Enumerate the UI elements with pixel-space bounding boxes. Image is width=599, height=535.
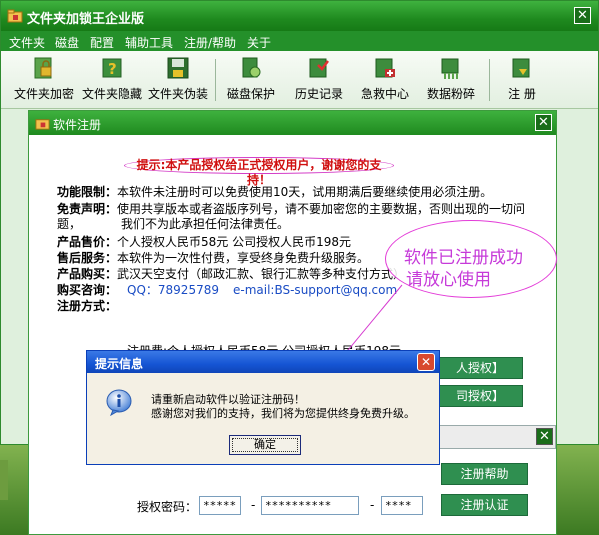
history-icon	[309, 58, 329, 78]
desktop-edge	[0, 460, 8, 500]
toolbar-separator	[215, 59, 216, 101]
success-annotation: 软件已注册成功 请放心使用	[385, 220, 557, 298]
menu-bar: 文件夹 磁盘 配置 辅助工具 注册/帮助 关于	[1, 31, 598, 51]
register-dialog-body: 提示:本产品授权给正式授权用户，谢谢您的支持！ 功能限制：本软件未注册时可以免费…	[29, 135, 556, 534]
folder-hide-button[interactable]: ? 文件夹隐藏	[81, 55, 143, 105]
lock-folder-icon	[35, 119, 50, 130]
folder-disguise-button[interactable]: 文件夹伪装	[147, 55, 209, 105]
email-link[interactable]: e-mail:BS-support@qq.com	[233, 283, 397, 297]
folder-hide-icon: ?	[102, 58, 122, 78]
data-shred-icon	[441, 58, 459, 79]
sub-dialog-title-bar: ✕	[431, 425, 556, 449]
message-box-close-button[interactable]: ✕	[417, 353, 435, 371]
disk-protect-button[interactable]: 磁盘保护	[223, 55, 279, 105]
auth-code-field-1[interactable]: *****	[199, 496, 241, 515]
info-text: 本软件为一次性付费，享受终身免费升级服务。	[117, 251, 370, 265]
license-banner: 提示:本产品授权给正式授权用户，谢谢您的支持！	[124, 157, 394, 187]
disk-protect-icon	[242, 57, 261, 78]
data-shred-label: 数据粉碎	[426, 87, 475, 101]
dash-separator: -	[251, 498, 256, 512]
sub-dialog-close-button[interactable]: ✕	[536, 428, 553, 445]
folder-hide-label: 文件夹隐藏	[81, 87, 142, 101]
folder-encrypt-icon	[34, 57, 52, 79]
menu-folder[interactable]: 文件夹	[9, 34, 45, 51]
history-button[interactable]: 历史记录	[291, 55, 347, 105]
folder-encrypt-label: 文件夹加密	[13, 87, 74, 101]
annotation-line-2: 请放心使用	[406, 270, 491, 290]
auth-code-label: 授权密码：	[137, 500, 198, 514]
register-dialog-title-bar[interactable]: 软件注册 ✕	[29, 111, 556, 135]
history-label: 历史记录	[294, 87, 343, 101]
menu-about[interactable]: 关于	[247, 34, 271, 51]
ok-button[interactable]: 确定	[229, 435, 301, 455]
main-close-button[interactable]: ✕	[574, 7, 591, 24]
register-label: 注 册	[508, 87, 536, 101]
register-icon	[512, 58, 530, 78]
info-label: 购买咨询：	[57, 283, 118, 297]
dash-separator: -	[370, 498, 375, 512]
menu-register-help[interactable]: 注册/帮助	[184, 34, 236, 51]
info-label: 功能限制：	[57, 185, 118, 199]
app-title: 文件夹加锁王企业版	[27, 12, 145, 27]
info-label: 产品售价：	[57, 235, 118, 249]
message-text-2: 感谢您对我们的支持，我们将为您提供终身免费升级。	[151, 407, 415, 420]
first-aid-button[interactable]: 急救中心	[357, 55, 413, 105]
main-title-bar[interactable]: 文件夹加锁王企业版 ✕	[1, 1, 598, 31]
info-text: 个人授权人民币58元 公司授权人民币198元	[117, 235, 352, 249]
info-row-method: 注册方式：	[57, 299, 547, 314]
toolbar: 文件夹加密 ? 文件夹隐藏 文件夹伪装 磁盘保护 历史记录 急救中心 数据粉碎 …	[1, 51, 598, 109]
info-icon	[106, 389, 132, 416]
menu-config[interactable]: 配置	[90, 34, 114, 51]
info-label: 售后服务：	[57, 251, 118, 265]
info-text: 武汉天空支付（邮政汇款、银行汇款等多种支付方式）	[117, 267, 406, 281]
first-aid-label: 急救中心	[360, 87, 409, 101]
toolbar-separator	[489, 59, 490, 101]
folder-disguise-icon	[167, 57, 189, 79]
lock-folder-icon	[7, 9, 23, 23]
register-dialog: 软件注册 ✕ 提示:本产品授权给正式授权用户，谢谢您的支持！ 功能限制：本软件未…	[28, 110, 557, 535]
register-close-button[interactable]: ✕	[535, 114, 552, 131]
auth-code-field-3[interactable]: ****	[381, 496, 423, 515]
info-label: 免责声明：	[57, 202, 118, 216]
info-label: 注册方式：	[57, 299, 118, 313]
disk-protect-label: 磁盘保护	[226, 87, 275, 101]
info-text: 我们不为此承担任何法律责任。	[121, 217, 290, 231]
menu-tools[interactable]: 辅助工具	[125, 34, 173, 51]
message-box: 提示信息 ✕ 请重新启动软件以验证注册码！ 感谢您对我们的支持，我们将为您提供终…	[86, 350, 440, 465]
register-auth-button[interactable]: 注册认证	[441, 494, 528, 516]
info-row-limit: 功能限制：本软件未注册时可以免费使用10天，试用期满后要继续使用必须注册。	[57, 185, 547, 200]
info-text: 本软件未注册时可以免费使用10天，试用期满后要继续使用必须注册。	[117, 185, 493, 199]
info-label: 产品购买：	[57, 267, 118, 281]
data-shred-button[interactable]: 数据粉碎	[423, 55, 479, 105]
auth-code-field-2[interactable]: **********	[261, 496, 359, 515]
register-button[interactable]: 注 册	[497, 55, 547, 105]
folder-disguise-label: 文件夹伪装	[147, 87, 208, 101]
register-help-button[interactable]: 注册帮助	[441, 463, 528, 485]
message-box-title-bar[interactable]: 提示信息 ✕	[87, 351, 439, 373]
register-dialog-title: 软件注册	[53, 118, 102, 132]
menu-disk[interactable]: 磁盘	[55, 34, 79, 51]
svg-text:?: ?	[108, 60, 117, 78]
first-aid-icon	[375, 58, 395, 78]
message-box-title: 提示信息	[95, 357, 144, 371]
folder-encrypt-button[interactable]: 文件夹加密	[13, 55, 75, 105]
qq-link[interactable]: QQ：78925789	[127, 283, 219, 297]
